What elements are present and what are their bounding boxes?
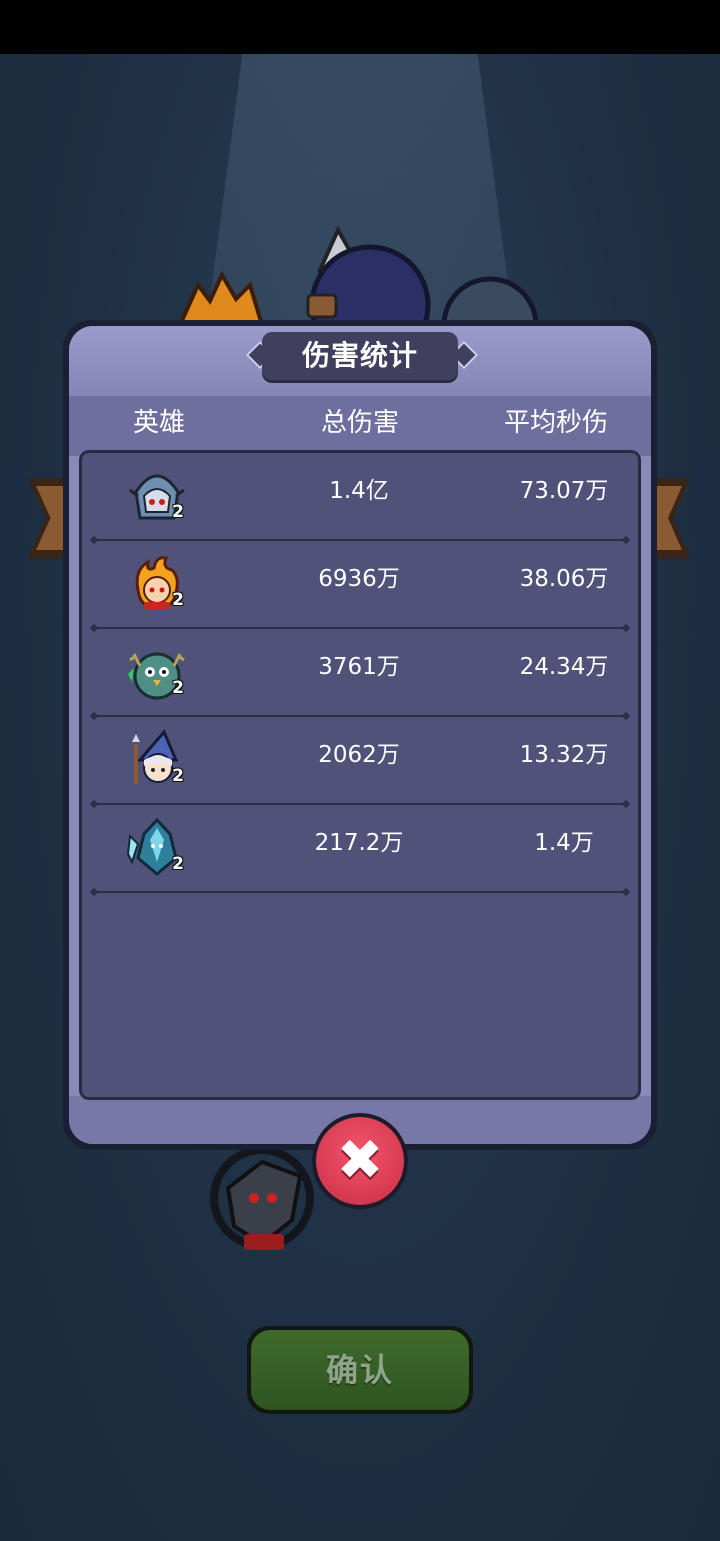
total-damage-value: 6936万 [318,566,400,592]
close-button[interactable]: ✖ [312,1113,408,1209]
avg-dps-value: 13.32万 [519,742,609,768]
background-heroes-art [176,225,539,335]
avg-dps-value: 73.07万 [519,478,609,504]
hero-level: 2 [172,678,184,698]
total-damage-value: 217.2万 [314,830,404,856]
dialog-title: 伤害统计 [301,339,418,372]
table-row: 2 3761万 24.34万 [0,628,720,717]
hero-level: 2 [172,854,184,874]
column-header-hero: 英雄 [132,408,185,438]
avg-dps-value: 24.34万 [519,654,609,680]
avg-dps-value: 1.4万 [534,830,594,856]
table-row: 2 217.2万 1.4万 [0,804,720,893]
row-divider [94,891,626,893]
table-row: 2 1.4亿 73.07万 [0,452,720,541]
table-row: 2 6936万 38.06万 [0,540,720,629]
confirm-button[interactable]: 确认 [247,1326,473,1414]
table-row: 2 2062万 13.32万 [0,716,720,805]
avg-dps-value: 38.06万 [519,566,609,592]
status-bar [0,0,720,54]
close-x-icon: ✖ [336,1128,384,1193]
column-header-avg-dps: 平均秒伤 [503,408,608,438]
column-header-total-damage: 总伤害 [320,408,399,438]
confirm-button-label: 确认 [325,1351,394,1389]
total-damage-value: 1.4亿 [329,478,389,504]
total-damage-value: 3761万 [318,654,400,680]
hero-level: 2 [172,502,184,522]
background-dark-knight-art [210,1146,314,1250]
hero-level: 2 [172,766,184,786]
total-damage-value: 2062万 [318,742,400,768]
hero-level: 2 [172,590,184,610]
